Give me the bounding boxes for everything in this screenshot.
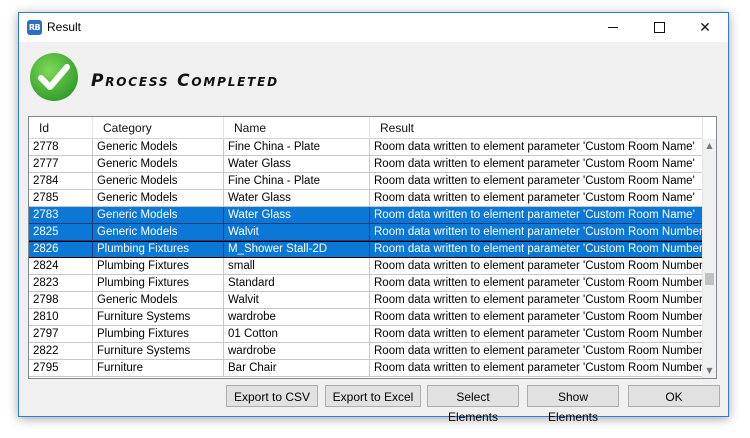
cell-result[interactable]: Room data written to element parameter '… xyxy=(370,241,703,258)
close-button[interactable]: ✕ xyxy=(682,13,728,42)
show-elements-button[interactable]: Show Elements xyxy=(527,385,619,424)
cell-id[interactable]: 2783 xyxy=(29,207,93,224)
cell-name[interactable]: Standard xyxy=(224,275,370,292)
cell-name[interactable]: wardrobe xyxy=(224,309,370,326)
cell-result[interactable]: Room data written to element parameter '… xyxy=(370,190,703,207)
cell-id[interactable]: 2798 xyxy=(29,292,93,309)
cell-category[interactable]: Generic Models xyxy=(93,173,224,190)
cell-category[interactable]: Generic Models xyxy=(93,207,224,224)
cell-result[interactable]: Room data written to element parameter '… xyxy=(370,173,703,190)
cell-id[interactable]: 2810 xyxy=(29,309,93,326)
cell-id[interactable]: 2822 xyxy=(29,343,93,360)
cell-name[interactable]: Water Glass xyxy=(224,207,370,224)
table-row[interactable]: 2822 Furniture Systems wardrobe Room data w… xyxy=(29,343,703,360)
scroll-down-icon[interactable]: ▼ xyxy=(703,364,716,378)
table-row[interactable]: 2797 Plumbing Fixtures 01 Cotton Room data … xyxy=(29,326,703,343)
cell-category[interactable]: Generic Models xyxy=(93,139,224,156)
minimize-icon xyxy=(608,27,618,28)
table-row[interactable]: 2777 Generic Models Water Glass Room data w… xyxy=(29,156,703,173)
cell-category[interactable]: Plumbing Fixtures xyxy=(93,258,224,275)
table-row[interactable]: 2823 Plumbing Fixtures Standard Room data w… xyxy=(29,275,703,292)
cell-result[interactable]: Room data written to element parameter '… xyxy=(370,207,703,224)
scroll-up-icon[interactable]: ▲ xyxy=(703,139,716,153)
result-header: Process Completed xyxy=(19,42,728,112)
cell-name[interactable]: Fine China - Plate xyxy=(224,139,370,156)
scroll-thumb[interactable] xyxy=(705,273,714,285)
maximize-button[interactable] xyxy=(636,13,682,42)
cell-id[interactable]: 2824 xyxy=(29,258,93,275)
grid-header: Id Category Name Result xyxy=(29,117,703,139)
table-row[interactable]: 2798 Generic Models Walvit Room data writte… xyxy=(29,292,703,309)
cell-category[interactable]: Furniture Systems xyxy=(93,309,224,326)
minimize-button[interactable] xyxy=(590,13,636,42)
cell-id[interactable]: 2777 xyxy=(29,156,93,173)
table-row[interactable]: 2778 Generic Models Fine China - Plate Room… xyxy=(29,139,703,156)
table-row[interactable]: 2825 Generic Models Walvit Room data writte… xyxy=(29,224,703,241)
process-completed-heading: Process Completed xyxy=(91,71,279,91)
cell-name[interactable]: Walvit xyxy=(224,292,370,309)
cell-result[interactable]: Room data written to element parameter '… xyxy=(370,275,703,292)
vertical-scrollbar[interactable]: ▲ ▼ xyxy=(702,139,716,378)
cell-result[interactable]: Room data written to element parameter '… xyxy=(370,258,703,275)
cell-name[interactable]: 01 Cotton xyxy=(224,326,370,343)
table-row[interactable]: 2785 Generic Models Water Glass Room data w… xyxy=(29,190,703,207)
cell-result[interactable]: Room data written to element parameter '… xyxy=(370,343,703,360)
cell-category[interactable]: Plumbing Fixtures xyxy=(93,241,224,258)
cell-name[interactable]: M_Shower Stall-2D xyxy=(224,241,370,258)
cell-category[interactable]: Plumbing Fixtures xyxy=(93,326,224,343)
table-row[interactable]: 2795 Furniture Bar Chair Room data written … xyxy=(29,360,703,377)
cell-name[interactable]: Water Glass xyxy=(224,190,370,207)
title-bar[interactable]: RB Result ✕ xyxy=(19,13,728,42)
cell-name[interactable]: Walvit xyxy=(224,224,370,241)
cell-result[interactable]: Room data written to element parameter '… xyxy=(370,156,703,173)
cell-name[interactable]: small xyxy=(224,258,370,275)
grid-rows: 2778 Generic Models Fine China - Plate Room… xyxy=(29,139,703,377)
cell-id[interactable]: 2795 xyxy=(29,360,93,377)
cell-result[interactable]: Room data written to element parameter '… xyxy=(370,360,703,377)
cell-id[interactable]: 2797 xyxy=(29,326,93,343)
export-csv-button[interactable]: Export to CSV xyxy=(226,385,318,407)
cell-name[interactable]: Bar Chair xyxy=(224,360,370,377)
cell-category[interactable]: Generic Models xyxy=(93,224,224,241)
check-success-icon xyxy=(30,53,78,101)
table-row[interactable]: 2826 Plumbing Fixtures M_Shower Stall-2D Ro… xyxy=(29,241,703,258)
cell-result[interactable]: Room data written to element parameter '… xyxy=(370,139,703,156)
column-header-name[interactable]: Name xyxy=(224,117,370,139)
cell-name[interactable]: Fine China - Plate xyxy=(224,173,370,190)
window-title: Result xyxy=(47,20,82,34)
cell-category[interactable]: Furniture Systems xyxy=(93,343,224,360)
close-icon: ✕ xyxy=(699,19,711,36)
cell-result[interactable]: Room data written to element parameter '… xyxy=(370,326,703,343)
select-elements-button[interactable]: Select Elements xyxy=(427,385,519,424)
result-window: RB Result ✕ Process Completed Id Categor… xyxy=(18,12,729,424)
cell-category[interactable]: Generic Models xyxy=(93,190,224,207)
ok-button[interactable]: OK xyxy=(628,385,720,407)
cell-name[interactable]: Water Glass xyxy=(224,156,370,173)
cell-category[interactable]: Furniture xyxy=(93,360,224,377)
cell-id[interactable]: 2778 xyxy=(29,139,93,156)
cell-id[interactable]: 2784 xyxy=(29,173,93,190)
cell-result[interactable]: Room data written to element parameter '… xyxy=(370,309,703,326)
maximize-icon xyxy=(653,22,665,33)
cell-name[interactable]: wardrobe xyxy=(224,343,370,360)
cell-result[interactable]: Room data written to element parameter '… xyxy=(370,292,703,309)
export-excel-button[interactable]: Export to Excel xyxy=(325,385,421,407)
cell-id[interactable]: 2826 xyxy=(29,241,93,258)
column-header-result[interactable]: Result xyxy=(370,117,703,139)
table-row[interactable]: 2824 Plumbing Fixtures small Room data writ… xyxy=(29,258,703,275)
column-header-category[interactable]: Category xyxy=(93,117,224,139)
column-header-id[interactable]: Id xyxy=(29,117,93,139)
table-row[interactable]: 2810 Furniture Systems wardrobe Room data w… xyxy=(29,309,703,326)
results-grid[interactable]: Id Category Name Result 2778 Generic Mode… xyxy=(28,116,717,379)
cell-category[interactable]: Plumbing Fixtures xyxy=(93,275,224,292)
app-logo-icon: RB xyxy=(27,20,42,35)
cell-id[interactable]: 2823 xyxy=(29,275,93,292)
cell-category[interactable]: Generic Models xyxy=(93,292,224,309)
cell-result[interactable]: Room data written to element parameter '… xyxy=(370,224,703,241)
table-row[interactable]: 2783 Generic Models Water Glass Room data w… xyxy=(29,207,703,224)
table-row[interactable]: 2784 Generic Models Fine China - Plate Room… xyxy=(29,173,703,190)
cell-category[interactable]: Generic Models xyxy=(93,156,224,173)
cell-id[interactable]: 2825 xyxy=(29,224,93,241)
cell-id[interactable]: 2785 xyxy=(29,190,93,207)
